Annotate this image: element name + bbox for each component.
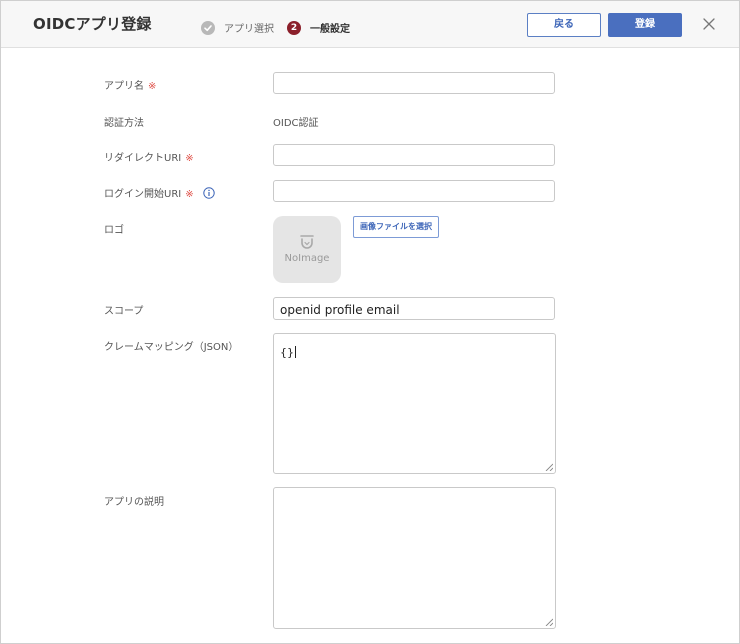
auth-method-label: 認証方法 <box>104 118 144 129</box>
description-label: アプリの説明 <box>104 497 164 508</box>
auth-method-value: OIDC認証 <box>273 118 319 129</box>
info-icon[interactable] <box>203 186 215 202</box>
register-button[interactable]: 登録 <box>608 13 682 37</box>
dialog: OIDCアプリ登録 アプリ選択 2 一般設定 戻る 登録 アプリ名 ※ 認証方法 … <box>0 0 740 644</box>
claim-mapping-value: {} <box>280 346 296 359</box>
required-mark: ※ <box>148 81 157 92</box>
dialog-header: OIDCアプリ登録 アプリ選択 2 一般設定 戻る 登録 <box>1 1 739 48</box>
app-name-input[interactable] <box>273 72 555 94</box>
step-label: 一般設定 <box>310 24 350 35</box>
claim-mapping-textarea[interactable]: {} <box>273 333 556 474</box>
required-mark: ※ <box>185 189 194 200</box>
resize-handle-icon[interactable] <box>545 618 553 626</box>
redirect-uri-label: リダイレクトURI ※ <box>104 153 194 164</box>
back-button[interactable]: 戻る <box>527 13 601 37</box>
text-caret <box>295 346 296 358</box>
step-number-badge: 2 <box>287 20 301 35</box>
description-textarea[interactable] <box>273 487 556 629</box>
scope-label: スコープ <box>104 306 144 317</box>
app-name-label: アプリ名 ※ <box>104 81 157 92</box>
resize-handle-icon[interactable] <box>545 463 553 471</box>
no-image-icon <box>300 235 314 249</box>
step-app-select: アプリ選択 <box>201 20 274 35</box>
select-image-button[interactable]: 画像ファイルを選択 <box>353 216 439 238</box>
scope-input[interactable]: openid profile email <box>273 297 555 320</box>
required-mark: ※ <box>185 153 194 164</box>
login-uri-label: ログイン開始URI ※ <box>104 185 215 202</box>
no-image-text: NoImage <box>284 253 330 264</box>
check-icon <box>201 20 215 35</box>
logo-placeholder: NoImage <box>273 216 341 283</box>
redirect-uri-input[interactable] <box>273 144 555 166</box>
login-uri-input[interactable] <box>273 180 555 202</box>
step-general-settings: 2 一般設定 <box>287 20 350 35</box>
close-icon[interactable] <box>701 16 717 32</box>
dialog-title: OIDCアプリ登録 <box>33 15 152 33</box>
logo-label: ロゴ <box>104 225 124 236</box>
step-label: アプリ選択 <box>224 24 274 35</box>
claim-mapping-label: クレームマッピング（JSON） <box>104 342 239 353</box>
